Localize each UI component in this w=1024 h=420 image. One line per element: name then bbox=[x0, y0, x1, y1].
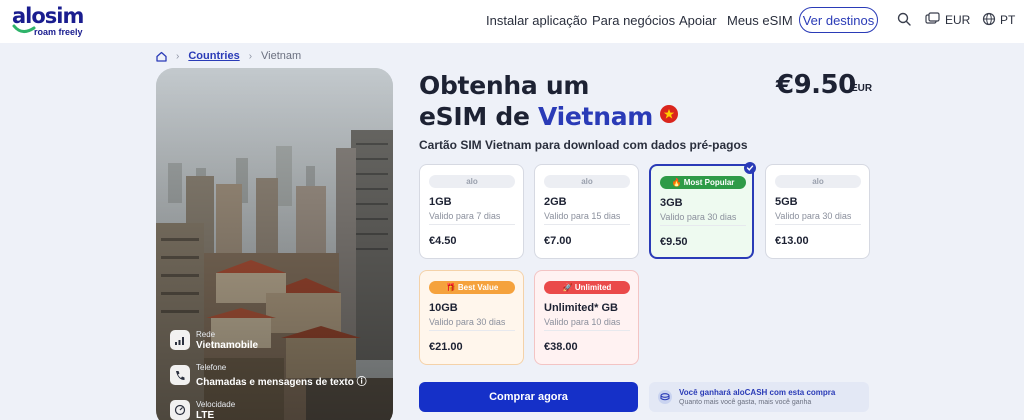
plan-data: 10GB bbox=[429, 302, 458, 314]
page-title: Obtenha um eSIM de Vietnam bbox=[419, 70, 679, 132]
language-selector[interactable]: PT bbox=[1000, 13, 1015, 27]
chevron-right-icon: › bbox=[248, 50, 253, 62]
coins-icon bbox=[658, 390, 672, 404]
divider bbox=[544, 330, 630, 331]
currency-icon[interactable] bbox=[925, 12, 940, 26]
plan-badge: alo bbox=[429, 175, 515, 188]
title-prefix: eSIM de bbox=[419, 102, 530, 131]
signal-bars-icon bbox=[170, 330, 190, 350]
plan-card-unlimited[interactable]: 🚀 Unlimited Unlimited* GB Valido para 10… bbox=[534, 270, 639, 365]
alocash-title: Você ganhará aloCASH com esta compra bbox=[679, 388, 836, 397]
speed-info: Velocidade LTE bbox=[170, 396, 235, 420]
alosim-logo[interactable]: alosim roam freely bbox=[12, 4, 102, 38]
alocash-subtitle: Quanto mais você gasta, mais você ganha bbox=[679, 399, 812, 406]
logo-swoosh-icon bbox=[12, 24, 36, 33]
plan-data: 2GB bbox=[544, 196, 567, 208]
divider bbox=[775, 224, 861, 225]
plan-price: €9.50 bbox=[660, 236, 688, 248]
breadcrumb-current: Vietnam bbox=[261, 50, 302, 62]
home-icon[interactable] bbox=[156, 51, 167, 62]
plan-price: €38.00 bbox=[544, 341, 578, 353]
city-photo: Rede Vietnamobile Telefone Chamadas e me… bbox=[156, 68, 393, 420]
plan-card-3gb[interactable]: 🔥 Most Popular 3GB Valido para 30 dias €… bbox=[649, 162, 756, 259]
nav-install-app[interactable]: Instalar aplicação bbox=[486, 13, 587, 28]
speed-label: Velocidade bbox=[196, 399, 236, 409]
plan-price: €9.50 bbox=[776, 70, 856, 100]
plan-price: €13.00 bbox=[775, 235, 809, 247]
speed-value: LTE bbox=[196, 409, 215, 420]
vietnam-flag-icon bbox=[660, 105, 679, 123]
phone-info: Telefone Chamadas e mensagens de texto ⓘ bbox=[170, 361, 367, 389]
plan-price: €7.00 bbox=[544, 235, 572, 247]
price-currency: EUR bbox=[851, 83, 873, 94]
plan-badge: alo bbox=[544, 175, 630, 188]
phone-icon bbox=[170, 365, 190, 385]
phone-label: Telefone bbox=[196, 362, 227, 372]
plan-card-5gb[interactable]: alo 5GB Valido para 30 dias €13.00 bbox=[765, 164, 870, 259]
globe-icon[interactable] bbox=[982, 12, 996, 26]
divider bbox=[429, 224, 515, 225]
network-info: Rede Vietnamobile bbox=[170, 326, 258, 354]
divider bbox=[544, 224, 630, 225]
breadcrumb: › Countries › Vietnam bbox=[156, 49, 301, 63]
phone-value[interactable]: Chamadas e mensagens de texto ⓘ bbox=[196, 373, 367, 388]
plan-data: 5GB bbox=[775, 196, 798, 208]
search-icon[interactable] bbox=[897, 12, 911, 26]
most-popular-badge: 🔥 Most Popular bbox=[660, 176, 746, 189]
plan-data: 1GB bbox=[429, 196, 452, 208]
title-country: Vietnam bbox=[538, 102, 654, 131]
plan-card-2gb[interactable]: alo 2GB Valido para 15 dias €7.00 bbox=[534, 164, 639, 259]
plan-card-10gb[interactable]: 🎁 Best Value 10GB Valido para 30 dias €2… bbox=[419, 270, 524, 365]
currency-selector[interactable]: EUR bbox=[945, 13, 970, 27]
plan-validity: Valido para 30 dias bbox=[660, 212, 737, 222]
plan-validity: Valido para 30 dias bbox=[775, 211, 852, 221]
alocash-banner: Você ganhará aloCASH com esta compra Qua… bbox=[649, 382, 869, 412]
plan-validity: Valido para 10 dias bbox=[544, 317, 621, 327]
page-subtitle: Cartão SIM Vietnam para download com dad… bbox=[419, 138, 748, 152]
nav-support[interactable]: Apoiar bbox=[679, 13, 717, 28]
speedometer-icon bbox=[170, 400, 190, 420]
plan-price: €4.50 bbox=[429, 235, 457, 247]
network-value: Vietnamobile bbox=[196, 339, 259, 351]
top-header: alosim roam freely Instalar aplicação Pa… bbox=[0, 0, 1024, 43]
checkmark-icon bbox=[744, 162, 756, 174]
nav-business[interactable]: Para negócios bbox=[592, 13, 675, 28]
unlimited-badge: 🚀 Unlimited bbox=[544, 281, 630, 294]
plan-card-1gb[interactable]: alo 1GB Valido para 7 dias €4.50 bbox=[419, 164, 524, 259]
plan-data: Unlimited* GB bbox=[544, 302, 618, 314]
plan-price: €21.00 bbox=[429, 341, 463, 353]
title-line-1: Obtenha um bbox=[419, 71, 590, 100]
buy-now-button[interactable]: Comprar agora bbox=[419, 382, 638, 412]
plan-data: 3GB bbox=[660, 197, 683, 209]
best-value-badge: 🎁 Best Value bbox=[429, 281, 515, 294]
nav-my-esims[interactable]: Meus eSIM bbox=[727, 13, 793, 28]
divider bbox=[429, 330, 515, 331]
plan-badge: alo bbox=[775, 175, 861, 188]
plan-validity: Valido para 30 dias bbox=[429, 317, 506, 327]
see-destinations-button[interactable]: Ver destinos bbox=[799, 7, 878, 33]
plan-validity: Valido para 15 dias bbox=[544, 211, 621, 221]
divider bbox=[660, 225, 746, 226]
chevron-right-icon: › bbox=[176, 50, 180, 62]
logo-tagline: roam freely bbox=[34, 27, 83, 37]
breadcrumb-countries[interactable]: Countries bbox=[188, 50, 239, 62]
network-label: Rede bbox=[196, 329, 216, 339]
plan-validity: Valido para 7 dias bbox=[429, 211, 501, 221]
